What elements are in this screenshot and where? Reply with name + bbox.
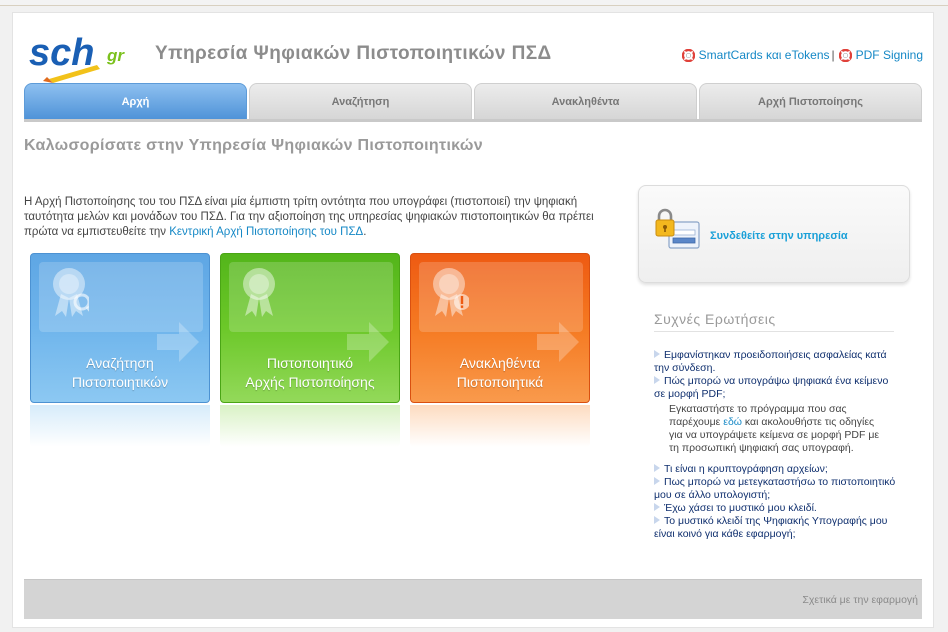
- header-links: SmartCards και eTokens | PDF Signing: [681, 48, 923, 62]
- tile-label: Ανακληθέντα Πιστοποιητικά: [411, 354, 589, 392]
- smartcards-label: SmartCards και eTokens: [698, 48, 830, 62]
- tab-revoked[interactable]: Ανακληθέντα: [474, 83, 697, 119]
- tile-label: Πιστοποιητικό Αρχής Πιστοποίησης: [221, 354, 399, 392]
- bullet-icon: [654, 477, 660, 485]
- logo-text: sch: [29, 32, 94, 74]
- bullet-icon: [654, 376, 660, 384]
- page-container: sch gr Υπηρεσία Ψηφιακών Πιστοποιητικών …: [12, 12, 934, 628]
- login-box: Συνδεθείτε στην υπηρεσία: [638, 185, 910, 283]
- medal-warning-icon: [433, 268, 469, 317]
- page-title: Καλωσορίσατε στην Υπηρεσία Ψηφιακών Πιστ…: [24, 137, 483, 154]
- faq-question-text: Τι είναι η κρυπτογράφηση αρχείων;: [664, 463, 828, 475]
- site-title: Υπηρεσία Ψηφιακών Πιστοποιητικών ΠΣΔ: [155, 43, 552, 64]
- login-link[interactable]: Συνδεθείτε στην υπηρεσία: [710, 230, 848, 242]
- medal-icon: [243, 268, 275, 317]
- tile-label: Αναζήτηση Πιστοποιητικών: [31, 354, 209, 392]
- medal-search-icon: [53, 268, 89, 317]
- faq-question[interactable]: Τι είναι η κρυπτογράφηση αρχείων;: [654, 463, 900, 476]
- faq-list: Εμφανίστηκαν προειδοποιήσεις ασφαλείας κ…: [654, 349, 900, 541]
- intro-end: .: [363, 226, 367, 238]
- pdf-signing-label: PDF Signing: [855, 48, 923, 62]
- link-separator: |: [831, 48, 835, 62]
- faq-question-text: Έχω χάσει το μυστικό μου κλειδί.: [664, 502, 817, 514]
- tab-search[interactable]: Αναζήτηση: [249, 83, 472, 119]
- tile-label-line2: Αρχής Πιστοποίησης: [245, 374, 375, 390]
- bullet-icon: [654, 516, 660, 524]
- lifebuoy-icon: [838, 48, 852, 62]
- tile-reflection: [220, 405, 400, 447]
- faq-question-text: Πώς μπορώ να υπογράψω ψηφιακά ένα κείμεν…: [654, 375, 889, 400]
- sch-logo[interactable]: sch gr: [27, 27, 139, 83]
- tabbar-divider: [24, 119, 922, 122]
- faq-question[interactable]: Πώς μπορώ να υπογράψω ψηφιακά ένα κείμεν…: [654, 375, 900, 401]
- tile-label-line2: Πιστοποιητικών: [71, 374, 169, 390]
- sch-logo-icon: sch gr: [29, 32, 125, 83]
- bullet-icon: [654, 464, 660, 472]
- faq-title: Συχνές Ερωτήσεις: [654, 311, 776, 327]
- tab-home[interactable]: Αρχή: [24, 83, 247, 119]
- browser-top-edge: [0, 0, 948, 6]
- faq-question-text: Το μυστικό κλειδί της Ψηφιακής Υπογραφής…: [654, 515, 888, 540]
- main-tabs: Αρχή Αναζήτηση Ανακληθέντα Αρχή Πιστοποί…: [24, 83, 922, 119]
- ca-certificate-tile[interactable]: Πιστοποιητικό Αρχής Πιστοποίησης: [220, 253, 400, 403]
- logo-suffix: gr: [106, 46, 125, 65]
- faq-question[interactable]: Πως μπορώ να μετεγκαταστήσω το πιστοποιη…: [654, 476, 900, 502]
- about-app-link[interactable]: Σχετικά με την εφαρμογή: [802, 594, 918, 606]
- tab-certificate-authority[interactable]: Αρχή Πιστοποίησης: [699, 83, 922, 119]
- faq-divider: [654, 331, 894, 332]
- pdf-signing-link[interactable]: PDF Signing: [838, 48, 923, 62]
- bullet-icon: [654, 350, 660, 358]
- tile-label-line2: Πιστοποιητικά: [456, 374, 544, 390]
- faq-question-text: Εμφανίστηκαν προειδοποιήσεις ασφαλείας κ…: [654, 349, 887, 374]
- tile-reflection: [410, 405, 590, 447]
- faq-question[interactable]: Εμφανίστηκαν προειδοποιήσεις ασφαλείας κ…: [654, 349, 900, 375]
- bullet-icon: [654, 503, 660, 511]
- faq-question-text: Πως μπορώ να μετεγκαταστήσω το πιστοποιη…: [654, 476, 896, 501]
- central-ca-link[interactable]: Κεντρική Αρχή Πιστοποίησης του ΠΣΔ: [169, 226, 363, 238]
- footer: Σχετικά με την εφαρμογή: [24, 579, 922, 619]
- lock-login-icon: [655, 208, 700, 249]
- lifebuoy-icon: [681, 48, 695, 62]
- revoked-certificates-tile[interactable]: Ανακληθέντα Πιστοποιητικά: [410, 253, 590, 403]
- intro-paragraph: Η Αρχή Πιστοποίησης του του ΠΣΔ είναι μί…: [24, 195, 624, 240]
- faq-question[interactable]: Έχω χάσει το μυστικό μου κλειδί.: [654, 502, 900, 515]
- faq-answer: Εγκαταστήστε το πρόγραμμα που σας παρέχο…: [654, 403, 900, 455]
- download-here-link[interactable]: εδώ: [723, 416, 742, 428]
- search-certificates-tile[interactable]: Αναζήτηση Πιστοποιητικών: [30, 253, 210, 403]
- tile-reflection: [30, 405, 210, 447]
- faq-question[interactable]: Το μυστικό κλειδί της Ψηφιακής Υπογραφής…: [654, 515, 900, 541]
- tile-label-line1: Ανακληθέντα: [459, 355, 541, 371]
- tile-label-line1: Αναζήτηση: [86, 355, 154, 371]
- tile-label-line1: Πιστοποιητικό: [266, 355, 354, 371]
- smartcards-link[interactable]: SmartCards και eTokens: [681, 48, 830, 62]
